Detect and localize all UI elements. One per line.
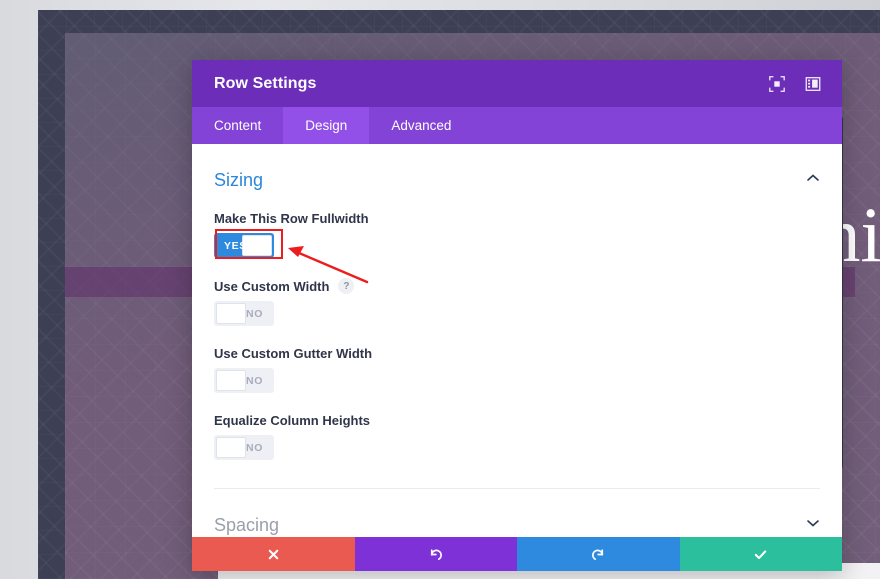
tab-advanced[interactable]: Advanced bbox=[369, 107, 473, 144]
screenshot-root: hi Row Settings Content Design Advanced … bbox=[0, 0, 880, 579]
modal-header-actions bbox=[768, 75, 822, 93]
field-label: Use Custom Width ? bbox=[214, 278, 820, 294]
toggle-value: NO bbox=[246, 374, 263, 387]
close-icon bbox=[268, 549, 279, 559]
field-label: Make This Row Fullwidth bbox=[214, 211, 820, 226]
chevron-up-icon[interactable] bbox=[806, 171, 820, 190]
toggle-value: YES bbox=[224, 239, 247, 252]
tab-content[interactable]: Content bbox=[192, 107, 283, 144]
field-label-text: Equalize Column Heights bbox=[214, 413, 371, 428]
field-use-custom-gutter-width: Use Custom Gutter Width NO bbox=[214, 346, 820, 393]
tab-design[interactable]: Design bbox=[283, 107, 370, 144]
undo-button[interactable] bbox=[354, 537, 517, 571]
section-sizing-header[interactable]: Sizing bbox=[214, 144, 820, 191]
redo-icon bbox=[591, 548, 603, 560]
redo-button[interactable] bbox=[517, 537, 680, 571]
undo-icon bbox=[431, 548, 443, 560]
section-spacing: Spacing bbox=[192, 489, 842, 536]
modal-footer bbox=[192, 537, 842, 571]
toggle-knob bbox=[216, 437, 246, 458]
section-sizing: Sizing Make This Row Fullwidth YES Use C… bbox=[192, 144, 842, 489]
check-icon bbox=[755, 549, 767, 559]
field-equalize-column-heights: Equalize Column Heights NO bbox=[214, 413, 820, 460]
save-button[interactable] bbox=[679, 537, 842, 571]
toggle-knob bbox=[216, 370, 246, 391]
chevron-down-icon[interactable] bbox=[806, 516, 820, 535]
toggle-make-row-fullwidth[interactable]: YES bbox=[214, 233, 274, 258]
help-icon[interactable]: ? bbox=[338, 278, 355, 294]
section-spacing-title: Spacing bbox=[214, 515, 280, 535]
toggle-use-custom-width[interactable]: NO bbox=[214, 301, 274, 326]
field-label-text: Make This Row Fullwidth bbox=[214, 211, 369, 226]
modal-body: Sizing Make This Row Fullwidth YES Use C… bbox=[192, 144, 842, 537]
toggle-equalize-column-heights[interactable]: NO bbox=[214, 435, 274, 460]
fullscreen-icon[interactable] bbox=[768, 75, 786, 93]
row-settings-modal: Row Settings Content Design Advanced Siz… bbox=[192, 60, 842, 571]
layout-toggle-icon[interactable] bbox=[804, 75, 822, 93]
field-label: Equalize Column Heights bbox=[214, 413, 820, 428]
section-sizing-title: Sizing bbox=[214, 170, 264, 190]
toggle-knob bbox=[216, 303, 246, 324]
cancel-button[interactable] bbox=[192, 537, 355, 571]
field-label: Use Custom Gutter Width bbox=[214, 346, 820, 361]
modal-header: Row Settings bbox=[192, 60, 842, 107]
section-spacing-header[interactable]: Spacing bbox=[214, 489, 820, 536]
field-use-custom-width: Use Custom Width ? NO bbox=[214, 278, 820, 326]
field-label-text: Use Custom Gutter Width bbox=[214, 346, 373, 361]
field-make-row-fullwidth: Make This Row Fullwidth YES bbox=[214, 211, 820, 258]
toggle-value: NO bbox=[246, 307, 263, 320]
toggle-use-custom-gutter-width[interactable]: NO bbox=[214, 368, 274, 393]
toggle-value: NO bbox=[246, 441, 263, 454]
toggle-wrap: YES bbox=[214, 233, 274, 258]
modal-tabs: Content Design Advanced bbox=[192, 107, 842, 144]
modal-title: Row Settings bbox=[214, 74, 317, 92]
field-label-text: Use Custom Width bbox=[214, 278, 330, 294]
